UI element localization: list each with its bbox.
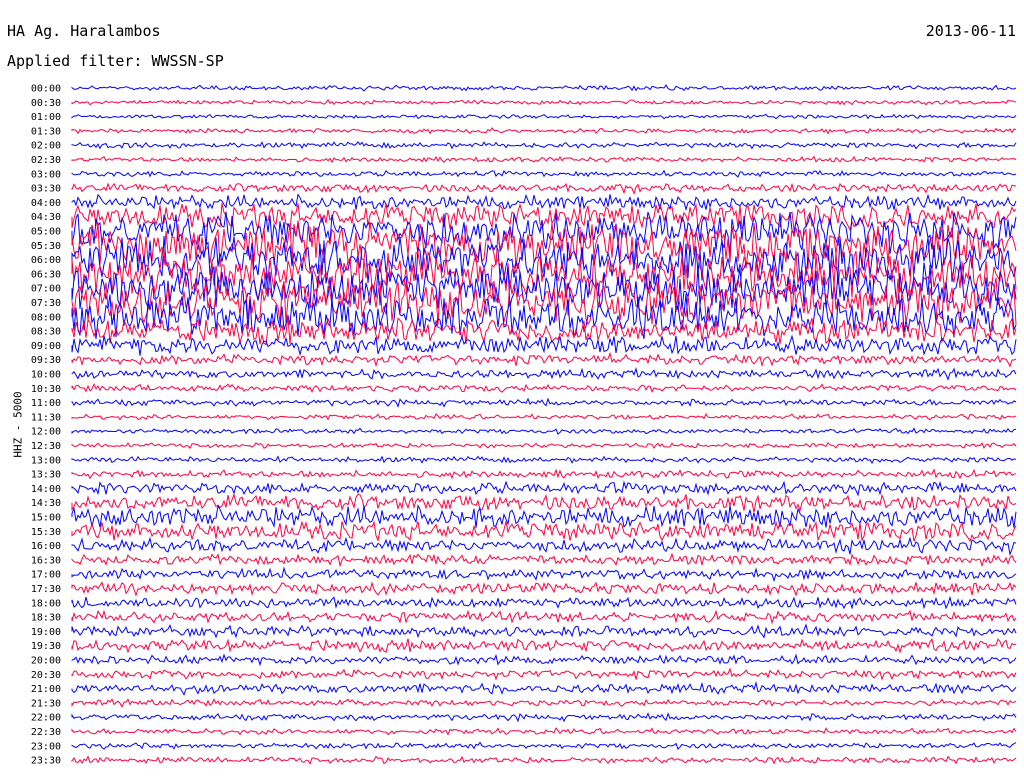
trace-line <box>71 427 1017 435</box>
seismogram-plot: 00:00 00:30 01:00 01:30 02:00 02:30 03:00 03:30… <box>31 84 1017 767</box>
time-tick-label: 15:00 <box>31 513 61 524</box>
trace-line <box>71 351 1017 368</box>
time-tick-label: 13:30 <box>31 470 61 481</box>
trace-line <box>71 367 1017 381</box>
trace-line <box>71 680 1017 696</box>
time-tick-label: 23:30 <box>31 756 61 767</box>
time-tick-label: 14:30 <box>31 498 61 509</box>
time-tick-label: 19:30 <box>31 641 61 652</box>
trace-line <box>71 536 1017 557</box>
time-tick-label: 10:30 <box>31 384 61 395</box>
time-tick-label: 12:30 <box>31 441 61 452</box>
time-tick-label: 16:30 <box>31 555 61 566</box>
trace-line <box>71 638 1017 654</box>
time-tick-label: 11:00 <box>31 398 61 409</box>
time-tick-label: 06:00 <box>31 255 61 266</box>
time-tick-label: 08:30 <box>31 327 61 338</box>
time-tick-label: 08:00 <box>31 312 61 323</box>
trace-line <box>71 552 1017 568</box>
trace-line <box>71 727 1017 736</box>
trace-line <box>71 262 1017 312</box>
trace-line <box>71 140 1017 150</box>
trace-line <box>71 397 1017 408</box>
trace-line <box>71 334 1017 357</box>
trace-line <box>71 609 1017 625</box>
time-tick-label: 16:00 <box>31 541 61 552</box>
time-tick-label: 23:00 <box>31 741 61 752</box>
trace-line <box>71 127 1017 135</box>
trace-line <box>71 315 1017 346</box>
time-tick-label: 22:30 <box>31 727 61 738</box>
time-tick-label: 04:30 <box>31 212 61 223</box>
trace-line <box>71 595 1017 610</box>
trace-line <box>71 480 1017 497</box>
trace-line <box>71 741 1017 751</box>
trace-line <box>71 667 1017 681</box>
trace-line <box>71 383 1017 393</box>
trace-line <box>71 84 1017 92</box>
trace-line <box>71 566 1017 583</box>
time-tick-label: 07:30 <box>31 298 61 309</box>
time-tick-label: 05:00 <box>31 227 61 238</box>
time-tick-label: 01:30 <box>31 126 61 137</box>
time-tick-label: 02:30 <box>31 155 61 166</box>
trace-line <box>71 712 1017 723</box>
trace-line <box>71 169 1017 178</box>
time-tick-label: 03:30 <box>31 184 61 195</box>
time-tick-label: 17:30 <box>31 584 61 595</box>
time-tick-label: 07:00 <box>31 284 61 295</box>
trace-line <box>71 441 1017 450</box>
time-tick-label: 04:00 <box>31 198 61 209</box>
trace-line <box>71 755 1017 765</box>
trace-line <box>71 193 1017 212</box>
trace-line <box>71 203 1017 232</box>
time-tick-label: 03:00 <box>31 169 61 180</box>
trace-line <box>71 182 1017 196</box>
trace-line <box>71 698 1017 708</box>
time-tick-label: 10:00 <box>31 370 61 381</box>
time-tick-label: 09:30 <box>31 355 61 366</box>
time-tick-label: 12:00 <box>31 427 61 438</box>
time-tick-label: 20:30 <box>31 670 61 681</box>
time-tick-label: 06:30 <box>31 269 61 280</box>
time-tick-label: 19:00 <box>31 627 61 638</box>
time-tick-label: 21:00 <box>31 684 61 695</box>
time-tick-label: 21:30 <box>31 698 61 709</box>
time-tick-label: 00:30 <box>31 98 61 109</box>
trace-line <box>71 455 1017 465</box>
trace-line <box>71 492 1017 513</box>
time-tick-label: 01:00 <box>31 112 61 123</box>
time-tick-label: 18:00 <box>31 598 61 609</box>
trace-line <box>71 113 1017 120</box>
time-tick-label: 09:00 <box>31 341 61 352</box>
time-tick-label: 14:00 <box>31 484 61 495</box>
trace-line <box>71 468 1017 480</box>
time-tick-label: 02:00 <box>31 141 61 152</box>
trace-line <box>71 98 1017 106</box>
time-tick-label: 15:30 <box>31 527 61 538</box>
trace-line <box>71 412 1017 421</box>
trace-line <box>71 220 1017 270</box>
time-tick-label: 13:00 <box>31 455 61 466</box>
time-tick-label: 18:30 <box>31 613 61 624</box>
time-tick-label: 17:00 <box>31 570 61 581</box>
time-tick-label: 22:00 <box>31 713 61 724</box>
trace-line <box>71 653 1017 667</box>
trace-line <box>71 623 1017 639</box>
trace-line <box>71 581 1017 597</box>
trace-line <box>71 155 1017 164</box>
time-tick-label: 05:30 <box>31 241 61 252</box>
time-tick-label: 20:00 <box>31 656 61 667</box>
time-tick-label: 11:30 <box>31 412 61 423</box>
time-tick-label: 00:00 <box>31 84 61 95</box>
trace-line <box>71 520 1017 543</box>
